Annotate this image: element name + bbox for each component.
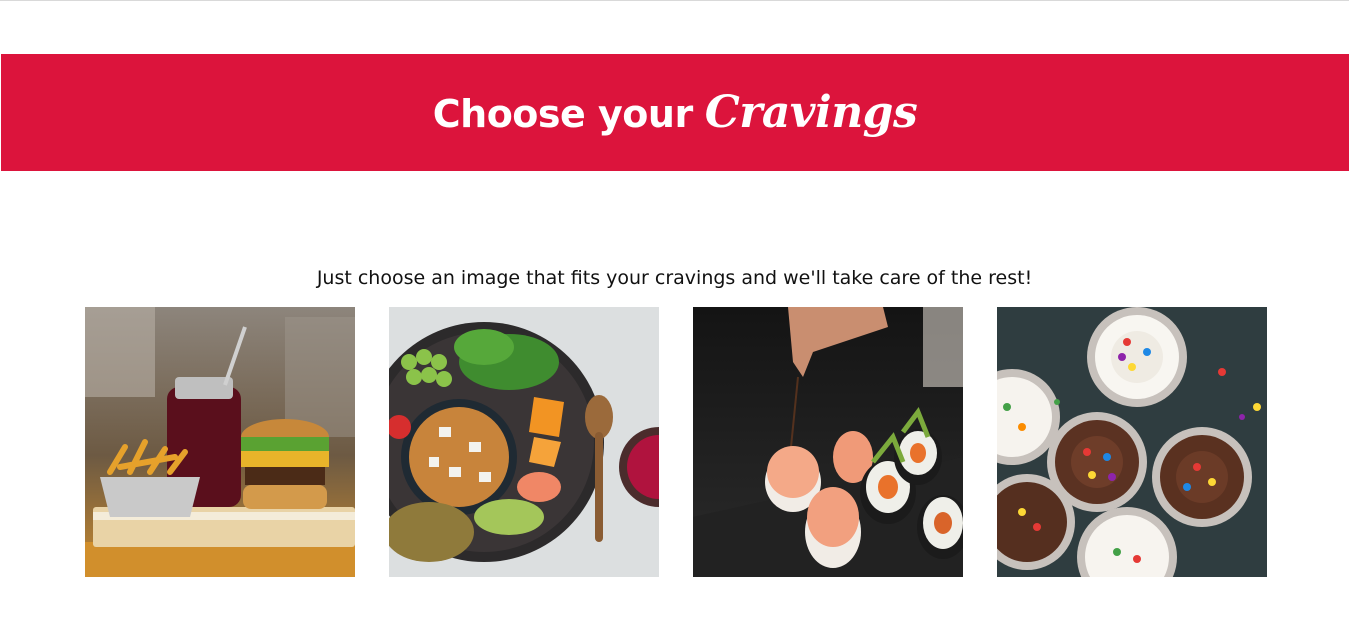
page-title-emphasis: Cravings [704, 87, 918, 138]
top-divider [0, 0, 1349, 1]
craving-option-burger[interactable] [85, 307, 355, 577]
sushi-image [693, 307, 963, 577]
page-header: Choose your Cravings [1, 54, 1349, 171]
cravings-gallery [85, 307, 1267, 577]
burger-and-fries-image [85, 307, 355, 577]
cupcakes-image [997, 307, 1267, 577]
craving-option-sushi[interactable] [693, 307, 963, 577]
page-title-lead: Choose your [432, 92, 693, 136]
craving-option-bowl[interactable] [389, 307, 659, 577]
craving-option-cupcakes[interactable] [997, 307, 1267, 577]
buddha-bowl-image [389, 307, 659, 577]
page-title: Choose your Cravings [432, 87, 918, 138]
intro-text: Just choose an image that fits your crav… [316, 267, 1033, 289]
